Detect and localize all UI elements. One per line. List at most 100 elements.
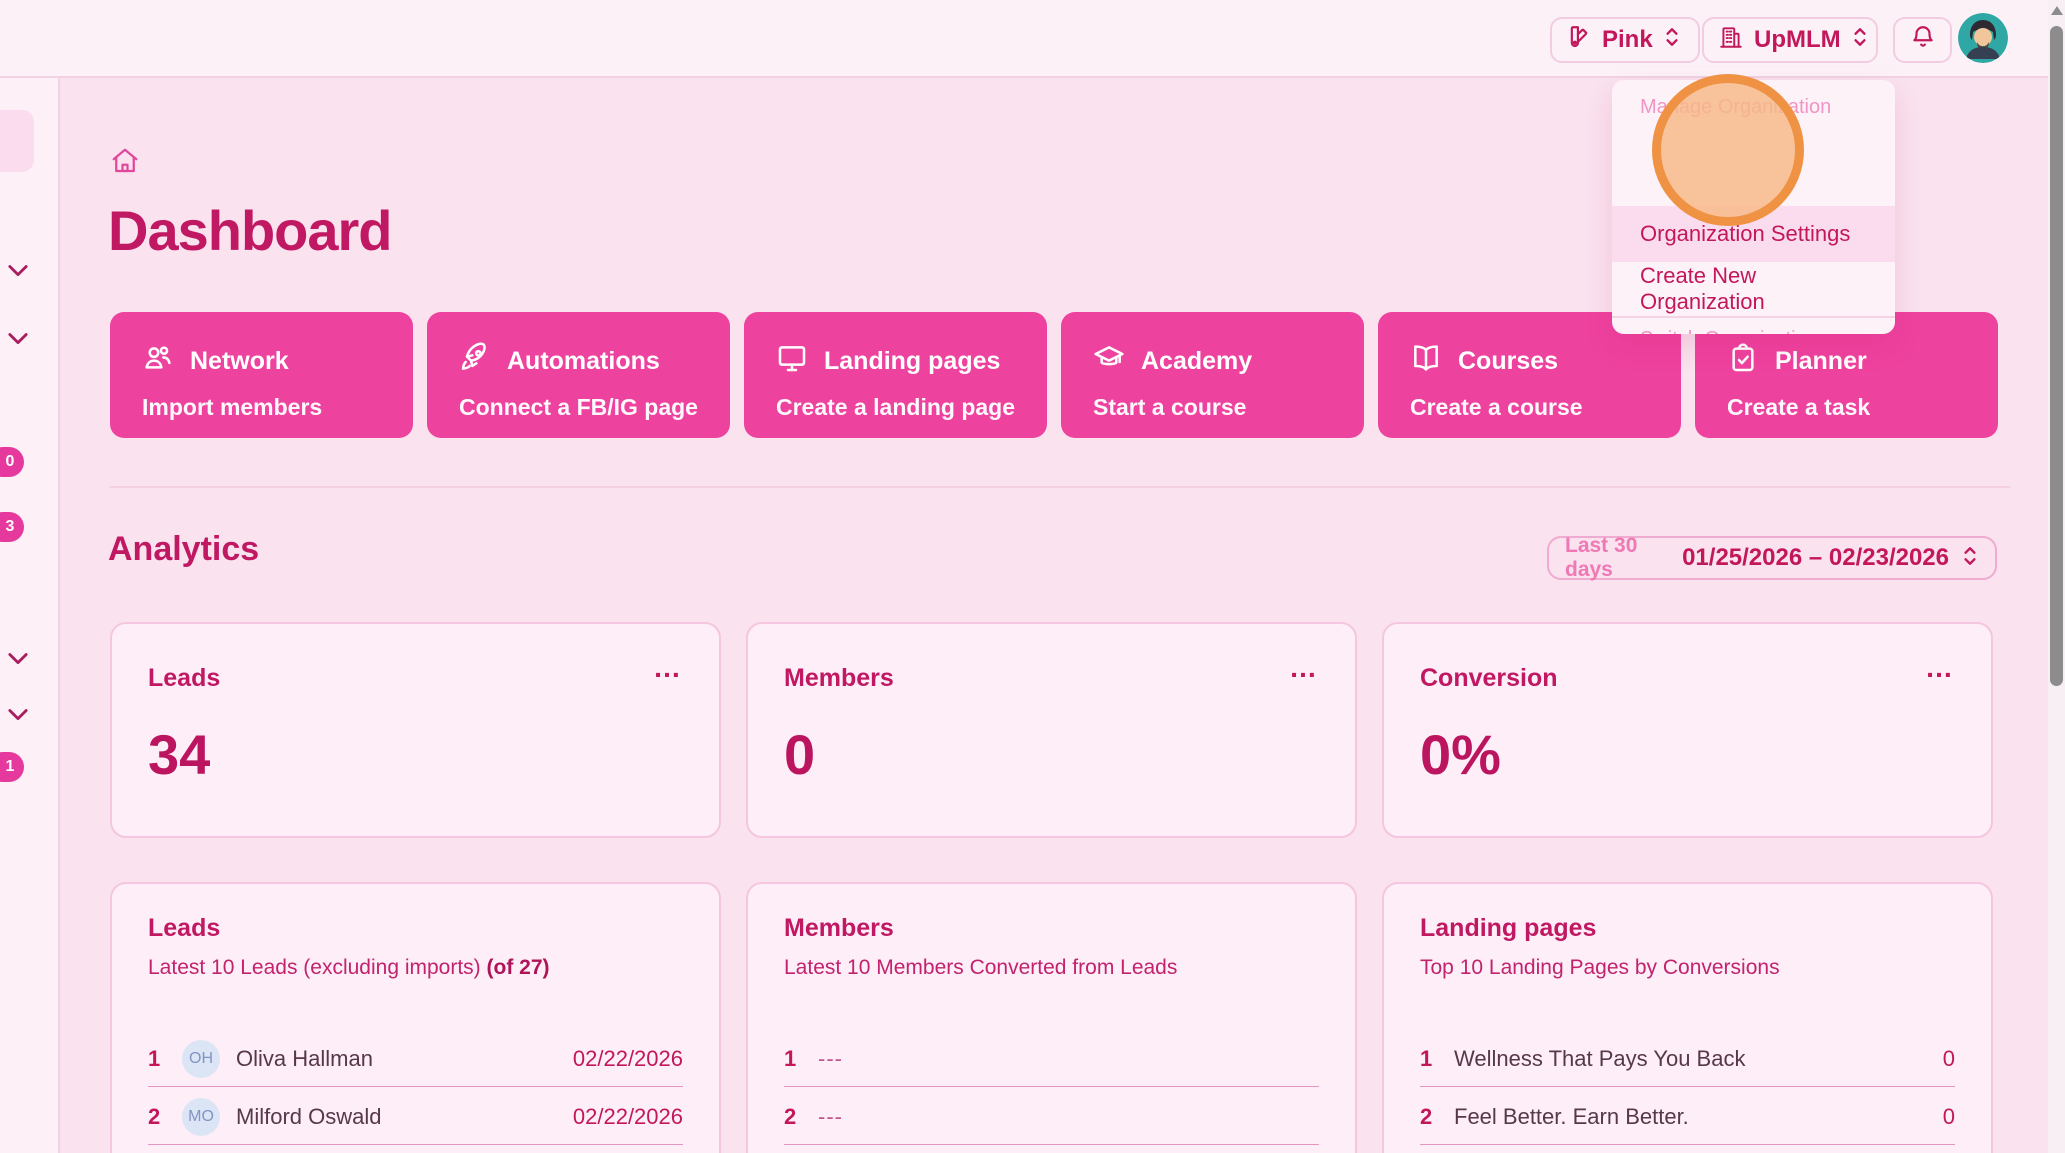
vertical-scrollbar[interactable] (2048, 0, 2065, 1153)
list-row[interactable]: 1 Wellness That Pays You Back 0 (1420, 1036, 1955, 1082)
list-title: Landing pages (1420, 914, 1596, 943)
lead-name: Milford Oswald (236, 1104, 381, 1130)
quick-action-title: Planner (1775, 347, 1867, 376)
chevron-down-icon[interactable] (4, 644, 32, 672)
sidebar-badge: 0 (0, 447, 24, 477)
stat-card-conversion: Conversion … 0% (1382, 622, 1993, 838)
open-book-icon (1410, 342, 1442, 381)
clipboard-check-icon (1727, 342, 1759, 381)
list-row[interactable]: 2 MO Milford Oswald 02/22/2026 (148, 1094, 683, 1140)
sidebar-item-active[interactable] (0, 110, 34, 172)
list-row: 1 --- (784, 1036, 1319, 1082)
sidebar-badge: 3 (0, 512, 24, 542)
chevron-down-icon[interactable] (4, 324, 32, 352)
row-divider (148, 1144, 683, 1145)
stat-card-leads: Leads … 34 (110, 622, 721, 838)
row-divider (1420, 1144, 1955, 1145)
building-icon (1718, 24, 1744, 57)
menu-section-label: Switch Organizations (1640, 328, 1828, 334)
row-divider (1420, 1086, 1955, 1087)
stat-card-members: Members … 0 (746, 622, 1357, 838)
card-menu-button[interactable]: … (1289, 652, 1319, 684)
left-sidebar: 0 3 1 (0, 78, 60, 1153)
list-subtitle: Latest 10 Leads (excluding imports) (of … (148, 956, 550, 980)
stat-value: 0 (784, 722, 815, 787)
list-title: Members (784, 914, 894, 943)
lead-name: Oliva Hallman (236, 1046, 373, 1072)
home-breadcrumb-icon[interactable] (110, 146, 140, 176)
analytics-heading: Analytics (108, 530, 259, 569)
scrollbar-thumb[interactable] (2050, 26, 2063, 686)
avatar-initials: MO (182, 1098, 220, 1136)
card-menu-button[interactable]: … (1925, 652, 1955, 684)
palette-icon (1566, 24, 1592, 57)
users-icon (142, 342, 174, 381)
list-row[interactable]: 1 OH Oliva Hallman 02/22/2026 (148, 1036, 683, 1082)
row-rank: 2 (784, 1104, 802, 1130)
row-rank: 1 (784, 1046, 802, 1072)
chevron-updown-icon (1851, 26, 1869, 55)
menu-item-create-new-organization[interactable]: Create New Organization (1612, 262, 1895, 316)
lead-date: 02/22/2026 (573, 1104, 683, 1130)
user-avatar[interactable] (1958, 13, 2008, 63)
stat-value: 34 (148, 722, 210, 787)
menu-divider (1612, 316, 1895, 318)
sidebar-badge: 1 (0, 752, 24, 782)
menu-item-organization-settings[interactable]: Organization Settings (1612, 206, 1895, 262)
organization-menu: Manage Organization Organization Setting… (1612, 80, 1895, 334)
theme-selector-label: Pink (1602, 26, 1653, 54)
conversion-count: 0 (1943, 1046, 1955, 1072)
date-range-value: 01/25/2026 – 02/23/2026 (1682, 544, 1949, 572)
chevron-down-icon[interactable] (4, 256, 32, 284)
row-rank: 1 (148, 1046, 166, 1072)
monitor-icon (776, 342, 808, 381)
top-bar: Pink UpMLM (0, 0, 2065, 78)
list-row[interactable]: 2 Feel Better. Earn Better. 0 (1420, 1094, 1955, 1140)
quick-action-subtitle: Create a course (1410, 394, 1583, 421)
chevron-down-icon[interactable] (4, 700, 32, 728)
card-menu-button[interactable]: … (653, 652, 683, 684)
stat-title: Leads (148, 664, 220, 693)
stat-title: Conversion (1420, 664, 1558, 693)
dashboard-page: Pink UpMLM 0 3 1 (0, 0, 2065, 1153)
quick-action-network[interactable]: Network Import members (110, 312, 413, 438)
quick-action-subtitle: Start a course (1093, 394, 1246, 421)
row-divider (148, 1086, 683, 1087)
list-card-leads: Leads Latest 10 Leads (excluding imports… (110, 882, 721, 1153)
row-divider (784, 1144, 1319, 1145)
scroll-up-arrow-icon[interactable] (2051, 6, 2063, 15)
quick-action-automations[interactable]: Automations Connect a FB/IG page (427, 312, 730, 438)
theme-selector-button[interactable]: Pink (1550, 17, 1700, 63)
bell-icon (1910, 24, 1936, 57)
stat-value: 0% (1420, 722, 1501, 787)
quick-action-title: Automations (507, 347, 660, 376)
empty-value: --- (818, 1046, 843, 1072)
stat-title: Members (784, 664, 894, 693)
quick-action-subtitle: Create a landing page (776, 394, 1015, 421)
row-rank: 2 (1420, 1104, 1438, 1130)
quick-action-title: Landing pages (824, 347, 1000, 376)
quick-action-subtitle: Create a task (1727, 394, 1870, 421)
page-title: Dashboard (108, 198, 392, 263)
list-card-members: Members Latest 10 Members Converted from… (746, 882, 1357, 1153)
notifications-button[interactable] (1893, 17, 1952, 63)
empty-value: --- (818, 1104, 843, 1130)
landing-page-name: Wellness That Pays You Back (1454, 1046, 1745, 1072)
list-subtitle: Latest 10 Members Converted from Leads (784, 956, 1177, 980)
graduation-cap-icon (1093, 342, 1125, 381)
rocket-icon (459, 342, 491, 381)
menu-section-label: Manage Organization (1640, 96, 1831, 119)
list-card-landing-pages: Landing pages Top 10 Landing Pages by Co… (1382, 882, 1993, 1153)
row-rank: 2 (148, 1104, 166, 1130)
quick-action-academy[interactable]: Academy Start a course (1061, 312, 1364, 438)
date-range-preset-label: Last 30 days (1565, 534, 1670, 582)
chevron-updown-icon (1663, 26, 1681, 55)
organization-selector-button[interactable]: UpMLM (1702, 17, 1878, 63)
lead-date: 02/22/2026 (573, 1046, 683, 1072)
quick-action-title: Network (190, 347, 289, 376)
avatar-initials: OH (182, 1040, 220, 1078)
organization-selector-label: UpMLM (1754, 26, 1841, 54)
quick-action-landing-pages[interactable]: Landing pages Create a landing page (744, 312, 1047, 438)
quick-action-title: Academy (1141, 347, 1252, 376)
date-range-selector[interactable]: Last 30 days 01/25/2026 – 02/23/2026 (1547, 536, 1997, 580)
